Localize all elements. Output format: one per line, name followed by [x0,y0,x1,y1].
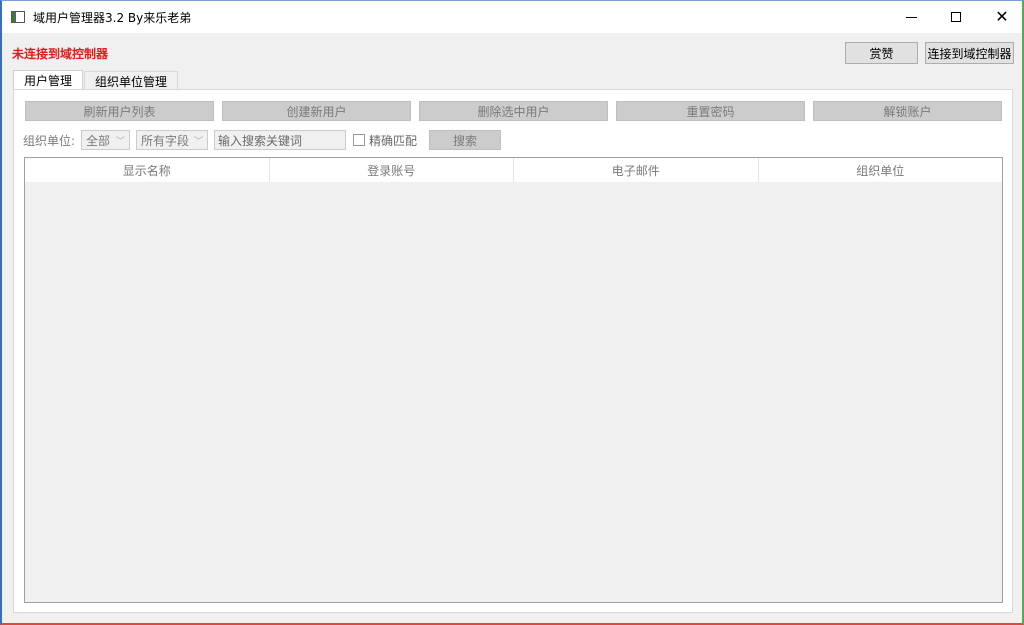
connection-status: 未连接到域控制器 [12,47,109,61]
reset-password-button[interactable]: 重置密码 [616,101,805,121]
tab-ou-management[interactable]: 组织单位管理 [84,71,179,90]
window-title: 域用户管理器3.2 By来乐老弟 [33,10,192,25]
maximize-button[interactable] [933,1,979,33]
column-header-display-name[interactable]: 显示名称 [25,158,270,182]
column-header-ou[interactable]: 组织单位 [759,158,1003,182]
close-button[interactable]: ✕ [979,1,1024,33]
tab-user-management[interactable]: 用户管理 [13,70,84,90]
chevron-down-icon: ﹀ [194,136,204,147]
app-icon [11,11,25,23]
field-select-value: 所有字段 [141,133,190,148]
column-header-login[interactable]: 登录账号 [270,158,514,182]
search-input[interactable]: 输入搜索关键词 [214,130,347,150]
user-management-panel: 刷新用户列表 创建新用户 删除选中用户 重置密码 解锁账户 组织单位: 全部 ﹀… [13,89,1013,613]
donate-button[interactable]: 赏赞 [845,42,918,64]
ou-select-value: 全部 [86,133,111,148]
column-header-email[interactable]: 电子邮件 [514,158,759,182]
delete-user-button[interactable]: 删除选中用户 [419,101,608,121]
tab-bar: 用户管理 组织单位管理 [13,70,179,90]
ou-filter-label: 组织单位: [23,133,76,148]
maximize-icon [951,12,961,22]
user-table[interactable]: 显示名称 登录账号 电子邮件 组织单位 [24,157,1003,603]
field-select[interactable]: 所有字段 ﹀ [136,130,209,150]
exact-match-checkbox[interactable] [353,134,366,146]
close-icon: ✕ [995,7,1009,26]
title-bar[interactable]: 域用户管理器3.2 By来乐老弟 ✕ [2,1,1022,33]
ou-select[interactable]: 全部 ﹀ [81,130,131,150]
unlock-account-button[interactable]: 解锁账户 [813,101,1002,121]
action-toolbar: 刷新用户列表 创建新用户 删除选中用户 重置密码 解锁账户 [25,101,1002,121]
chevron-down-icon: ﹀ [116,136,126,147]
connect-dc-button[interactable]: 连接到域控制器 [925,42,1014,64]
exact-match-label: 精确匹配 [369,133,418,148]
minimize-icon [905,16,917,18]
table-header: 显示名称 登录账号 电子邮件 组织单位 [25,158,1002,183]
refresh-users-button[interactable]: 刷新用户列表 [25,101,214,121]
minimize-button[interactable] [888,1,934,33]
search-button[interactable]: 搜索 [429,130,502,150]
filter-bar: 组织单位: 全部 ﹀ 所有字段 ﹀ 输入搜索关键词 精确匹配 搜索 [23,130,502,150]
app-window: 域用户管理器3.2 By来乐老弟 ✕ 未连接到域控制器 赏赞 连接到域控制器 用… [0,0,1024,625]
exact-match-toggle[interactable]: 精确匹配 [353,132,417,149]
create-user-button[interactable]: 创建新用户 [222,101,411,121]
